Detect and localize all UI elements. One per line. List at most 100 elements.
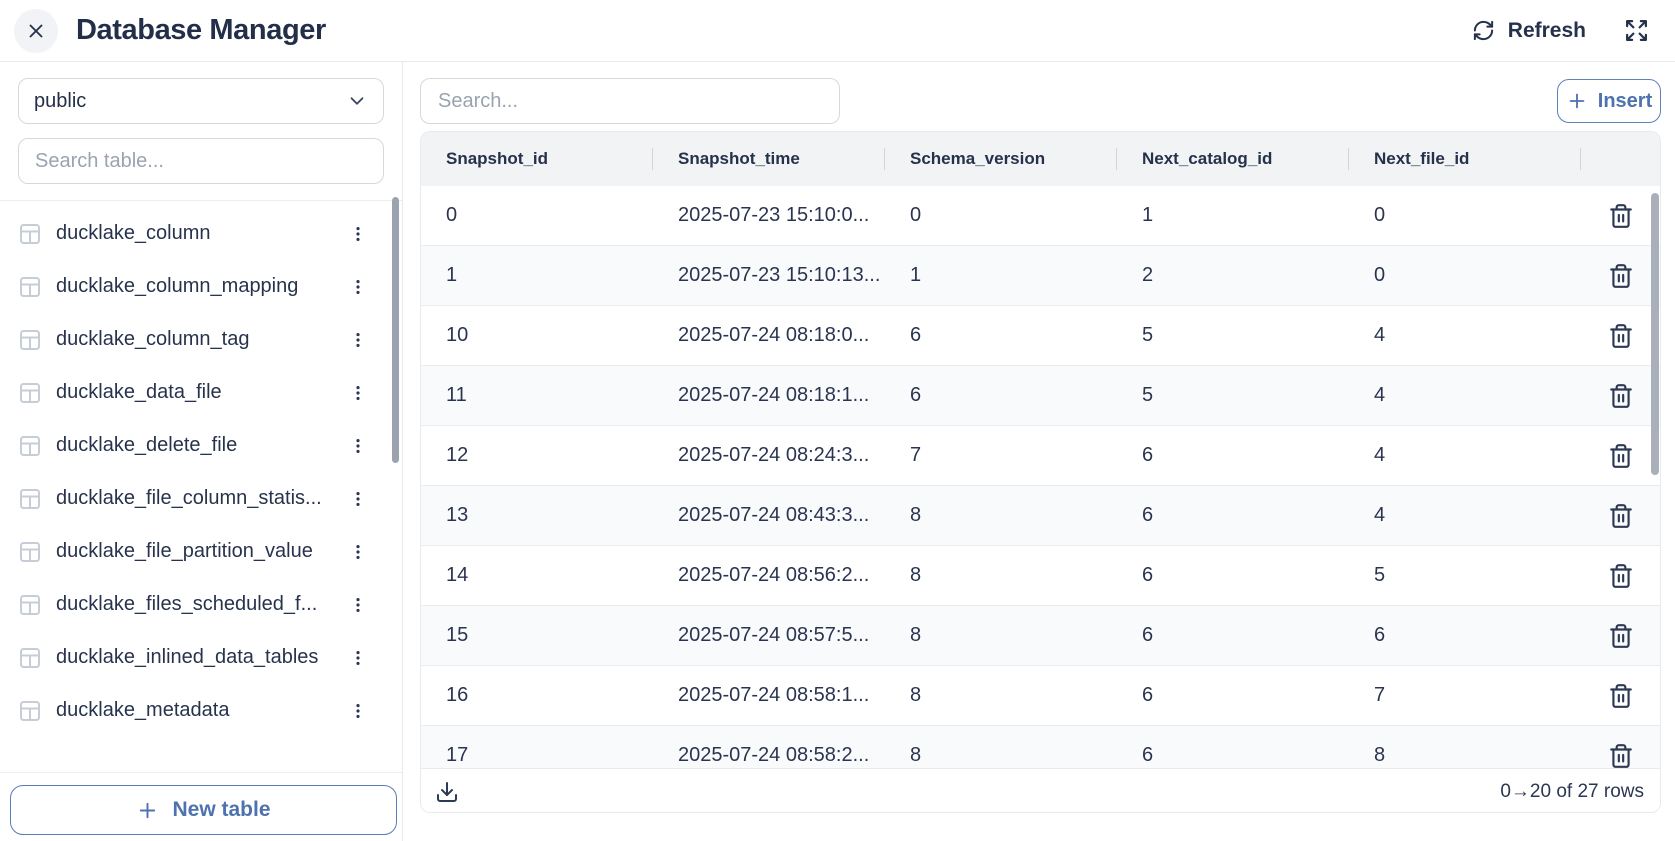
table-row[interactable]: 10 2025-07-24 08:18:0... 6 5 4	[421, 306, 1660, 366]
insert-button[interactable]: Insert	[1557, 79, 1661, 123]
insert-label: Insert	[1598, 90, 1652, 113]
table-icon	[18, 487, 42, 511]
table-icon	[18, 699, 42, 723]
row-count: 0→20 of 27 rows	[1500, 781, 1644, 803]
cell-next-file-id: 8	[1349, 744, 1581, 767]
delete-row-button[interactable]	[1606, 621, 1636, 651]
grid-header-row: Snapshot_idSnapshot_timeSchema_versionNe…	[421, 132, 1660, 186]
cell-next-catalog-id: 5	[1117, 324, 1349, 347]
cell-next-catalog-id: 6	[1117, 564, 1349, 587]
download-button[interactable]	[433, 778, 461, 806]
table-row[interactable]: 17 2025-07-24 08:58:2... 8 6 8	[421, 726, 1660, 768]
download-icon	[435, 780, 459, 804]
cell-next-catalog-id: 6	[1117, 504, 1349, 527]
table-row[interactable]: 1 2025-07-23 15:10:13... 1 2 0	[421, 246, 1660, 306]
delete-row-button[interactable]	[1606, 261, 1636, 291]
refresh-label: Refresh	[1508, 19, 1586, 43]
table-item-menu-button[interactable]	[346, 328, 370, 352]
schema-selector[interactable]: public	[18, 78, 384, 124]
column-header: Snapshot_id	[421, 132, 653, 186]
kebab-menu-icon	[348, 224, 368, 244]
table-row[interactable]: 16 2025-07-24 08:58:1... 8 6 7	[421, 666, 1660, 726]
delete-row-button[interactable]	[1606, 681, 1636, 711]
column-header: Next_file_id	[1349, 132, 1581, 186]
cell-next-file-id: 4	[1349, 444, 1581, 467]
trash-icon	[1608, 743, 1634, 769]
page-title: Database Manager	[76, 14, 326, 47]
sidebar-table-item[interactable]: ducklake_column_tag	[0, 313, 402, 366]
sidebar-table-item[interactable]: ducklake_column_mapping	[0, 260, 402, 313]
cell-next-file-id: 5	[1349, 564, 1581, 587]
table-icon	[18, 593, 42, 617]
fullscreen-button[interactable]	[1624, 18, 1649, 43]
table-row[interactable]: 14 2025-07-24 08:56:2... 8 6 5	[421, 546, 1660, 606]
delete-row-button[interactable]	[1606, 381, 1636, 411]
delete-row-button[interactable]	[1606, 501, 1636, 531]
cell-schema-version: 6	[885, 324, 1117, 347]
sidebar-table-item[interactable]: ducklake_data_file	[0, 366, 402, 419]
cell-snapshot-id: 14	[421, 564, 653, 587]
table-item-menu-button[interactable]	[346, 381, 370, 405]
table-row[interactable]: 0 2025-07-23 15:10:0... 0 1 0	[421, 186, 1660, 246]
delete-row-button[interactable]	[1606, 321, 1636, 351]
table-item-menu-button[interactable]	[346, 540, 370, 564]
kebab-menu-icon	[348, 542, 368, 562]
close-button[interactable]	[14, 9, 58, 53]
table-item-menu-button[interactable]	[346, 487, 370, 511]
table-item-label: ducklake_delete_file	[56, 434, 332, 457]
kebab-menu-icon	[348, 436, 368, 456]
table-item-label: ducklake_column_mapping	[56, 275, 332, 298]
cell-schema-version: 7	[885, 444, 1117, 467]
grid-search-input[interactable]	[420, 78, 840, 124]
sidebar-table-item[interactable]: ducklake_files_scheduled_f...	[0, 578, 402, 631]
table-item-menu-button[interactable]	[346, 699, 370, 723]
delete-row-button[interactable]	[1606, 561, 1636, 591]
sidebar-table-item[interactable]: ducklake_file_column_statis...	[0, 472, 402, 525]
table-item-menu-button[interactable]	[346, 275, 370, 299]
table-row[interactable]: 15 2025-07-24 08:57:5... 8 6 6	[421, 606, 1660, 666]
trash-icon	[1608, 323, 1634, 349]
grid-scrollbar[interactable]	[1651, 193, 1659, 475]
table-item-menu-button[interactable]	[346, 222, 370, 246]
cell-next-file-id: 0	[1349, 204, 1581, 227]
table-row[interactable]: 13 2025-07-24 08:43:3... 8 6 4	[421, 486, 1660, 546]
delete-row-button[interactable]	[1606, 741, 1636, 769]
trash-icon	[1608, 203, 1634, 229]
table-icon	[18, 222, 42, 246]
new-table-label: New table	[172, 798, 270, 822]
cell-next-file-id: 0	[1349, 264, 1581, 287]
sidebar-table-item[interactable]: ducklake_delete_file	[0, 419, 402, 472]
table-item-menu-button[interactable]	[346, 434, 370, 458]
table-row[interactable]: 11 2025-07-24 08:18:1... 6 5 4	[421, 366, 1660, 426]
sidebar-table-item[interactable]: ducklake_inlined_data_tables	[0, 631, 402, 684]
table-search-input[interactable]	[18, 138, 384, 184]
cell-snapshot-id: 10	[421, 324, 653, 347]
cell-snapshot-time: 2025-07-24 08:58:1...	[653, 684, 885, 707]
cell-snapshot-time: 2025-07-24 08:56:2...	[653, 564, 885, 587]
table-item-label: ducklake_file_partition_value	[56, 540, 332, 563]
table-icon	[18, 328, 42, 352]
new-table-button[interactable]: New table	[10, 785, 397, 835]
cell-snapshot-id: 13	[421, 504, 653, 527]
delete-row-button[interactable]	[1606, 441, 1636, 471]
table-item-menu-button[interactable]	[346, 593, 370, 617]
sidebar-table-item[interactable]: ducklake_metadata	[0, 684, 402, 737]
table-row[interactable]: 12 2025-07-24 08:24:3... 7 6 4	[421, 426, 1660, 486]
table-item-label: ducklake_column	[56, 222, 332, 245]
schema-selected-value: public	[34, 90, 86, 113]
sidebar-table-item[interactable]: ducklake_column	[0, 207, 402, 260]
table-item-label: ducklake_file_column_statis...	[56, 487, 332, 510]
cell-next-catalog-id: 6	[1117, 444, 1349, 467]
kebab-menu-icon	[348, 330, 368, 350]
table-item-menu-button[interactable]	[346, 646, 370, 670]
cell-next-catalog-id: 6	[1117, 744, 1349, 767]
table-icon	[18, 646, 42, 670]
table-item-label: ducklake_files_scheduled_f...	[56, 593, 332, 616]
sidebar-table-item[interactable]: ducklake_file_partition_value	[0, 525, 402, 578]
delete-row-button[interactable]	[1606, 201, 1636, 231]
refresh-button[interactable]: Refresh	[1472, 19, 1586, 43]
grid-footer: 0→20 of 27 rows	[421, 768, 1660, 813]
sidebar-scrollbar[interactable]	[392, 197, 399, 463]
cell-snapshot-time: 2025-07-24 08:58:2...	[653, 744, 885, 767]
table-icon	[18, 381, 42, 405]
